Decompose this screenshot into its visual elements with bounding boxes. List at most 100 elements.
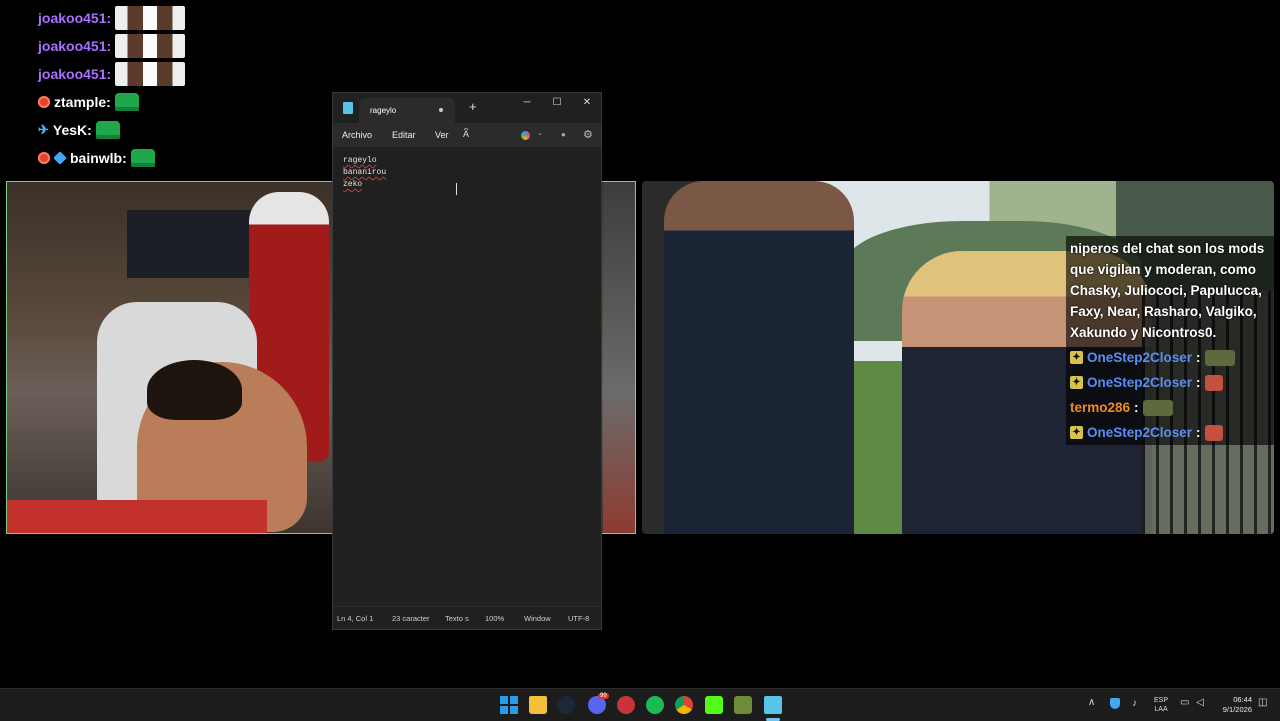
chat-message-text: niperos del chat son los mods que vigila… — [1066, 236, 1276, 345]
title-bar[interactable]: rageylo + ─ ☐ ✕ — [333, 93, 601, 123]
chat-username: OneStep2Closer — [1087, 350, 1193, 365]
menu-file[interactable]: Archivo — [342, 130, 372, 140]
text-format: Texto s — [445, 614, 469, 623]
close-button[interactable]: ✕ — [577, 97, 597, 108]
chat-username: OneStep2Closer — [1087, 375, 1193, 390]
tv-screen — [127, 210, 257, 278]
chat-message: ✦ OneStep2Closer : — [1066, 345, 1276, 370]
red-blanket — [7, 500, 267, 533]
gear-icon[interactable]: ⚙ — [583, 128, 593, 141]
streamer-hair — [147, 360, 242, 420]
notification-icon[interactable]: ◫ — [1258, 697, 1267, 708]
chrome-icon[interactable] — [675, 696, 693, 714]
clock[interactable]: 06:44 9/1/2026 — [1214, 695, 1252, 715]
badge-icon: ✦ — [1070, 426, 1083, 439]
line-ending: Window — [524, 614, 551, 623]
char-count: 23 caracter — [392, 614, 430, 623]
chat-message: ✦ OneStep2Closer : — [1066, 370, 1276, 395]
volume-icon[interactable]: ◁ — [1196, 697, 1204, 708]
chat-message: joakoo451: — [38, 4, 318, 32]
chevron-up-icon[interactable]: ∧ — [1088, 697, 1095, 708]
maximize-button[interactable]: ☐ — [547, 97, 567, 108]
green-emote — [95, 121, 120, 139]
chat-username: joakoo451: — [38, 66, 112, 82]
network-icon[interactable]: ▭ — [1180, 697, 1189, 708]
chat-separator: : — [1196, 350, 1201, 365]
chat-username: OneStep2Closer — [1087, 425, 1193, 440]
shield-icon[interactable] — [1110, 698, 1120, 709]
minimize-button[interactable]: ─ — [517, 97, 537, 108]
chat-message: joakoo451: — [38, 32, 318, 60]
steam-icon[interactable] — [557, 696, 575, 714]
taskbar: 99 ∧ ♪ ESP LAA ▭ ◁ 06:44 9/1/2026 ◫ — [0, 688, 1280, 721]
red-emote — [1204, 424, 1223, 441]
menu-edit[interactable]: Editar — [392, 130, 416, 140]
chat-username: joakoo451: — [38, 10, 112, 26]
chat-message: joakoo451: — [38, 60, 318, 88]
chat-overlay-right: niperos del chat son los mods que vigila… — [1066, 236, 1276, 445]
face-emote — [115, 6, 186, 30]
text-editor[interactable]: rageylo bananirou zeko — [333, 147, 601, 605]
badge-icon: ✦ — [1070, 376, 1083, 389]
menu-view[interactable]: Ver — [435, 130, 449, 140]
microphone-icon[interactable]: ● — [561, 130, 566, 139]
red-emote — [1204, 374, 1223, 391]
badge-icon: ✦ — [1070, 351, 1083, 364]
cursor-position: Ln 4, Col 1 — [337, 614, 374, 623]
green-emote — [114, 93, 139, 111]
text-cursor — [456, 183, 457, 195]
zoom-level[interactable]: 100% — [485, 614, 507, 623]
chat-username: ztample: — [54, 94, 111, 110]
windows-start-icon[interactable] — [500, 696, 518, 714]
tab-title: rageylo — [370, 106, 397, 115]
chevron-down-icon[interactable]: ⌄ — [537, 129, 543, 137]
chat-message: termo286 : — [1066, 395, 1276, 420]
green-emote — [130, 149, 155, 167]
chat-username: joakoo451: — [38, 38, 112, 54]
chat-separator: : — [1196, 375, 1201, 390]
chat-username: YesK: — [52, 122, 92, 138]
notepad-app-icon — [343, 102, 353, 114]
rocket-badge-icon: ✈ — [38, 122, 49, 137]
kick-icon[interactable] — [705, 696, 723, 714]
notification-badge: 99 — [598, 693, 609, 699]
app-icon[interactable] — [734, 696, 752, 714]
editor-line: bananirou — [343, 168, 387, 177]
file-explorer-icon[interactable] — [529, 696, 547, 714]
chat-message: bainwlb: — [38, 144, 318, 172]
new-tab-button[interactable]: + — [469, 99, 477, 114]
spotify-icon[interactable] — [646, 696, 664, 714]
chat-message: ztample: — [38, 88, 318, 116]
status-bar: Ln 4, Col 1 23 caracter Texto s 100% Win… — [333, 606, 601, 629]
badge-icon — [38, 152, 50, 164]
tank-emote — [1142, 399, 1173, 416]
chat-username: termo286 — [1070, 400, 1131, 415]
notepad-taskbar-icon[interactable] — [764, 696, 782, 714]
chat-message: ✦ OneStep2Closer : — [1066, 420, 1276, 445]
chat-separator: : — [1134, 400, 1139, 415]
unsaved-dot-icon[interactable] — [439, 108, 443, 112]
tab-rageylo[interactable]: rageylo — [359, 98, 455, 123]
menu-bar: Archivo Editar Ver A͆ ⌄ ● ⚙ — [333, 123, 601, 147]
language-indicator[interactable]: ESP LAA — [1154, 696, 1168, 714]
standing-person — [664, 181, 854, 534]
face-emote — [115, 34, 186, 58]
editor-line: rageylo — [343, 156, 377, 165]
face-emote — [115, 62, 186, 86]
chat-overlay-left: joakoo451: joakoo451: joakoo451: ztample… — [38, 4, 318, 172]
keyboard-layout: LAA — [1154, 706, 1168, 713]
tank-emote — [1204, 349, 1235, 366]
chat-username: bainwlb: — [70, 150, 127, 166]
editor-line: zeko — [343, 180, 363, 189]
copilot-icon[interactable] — [521, 131, 530, 140]
chat-message: ✈ YesK: — [38, 116, 318, 144]
cube-badge-icon — [53, 151, 67, 165]
room-wall — [603, 182, 635, 533]
microphone-icon[interactable]: ♪ — [1132, 698, 1137, 709]
clock-time: 06:44 — [1233, 695, 1252, 704]
font-icon[interactable]: A͆ — [463, 129, 469, 139]
notepad-window[interactable]: rageylo + ─ ☐ ✕ Archivo Editar Ver A͆ ⌄ … — [332, 92, 602, 630]
cheat-engine-icon[interactable] — [617, 696, 635, 714]
chat-separator: : — [1196, 425, 1201, 440]
language-code: ESP — [1154, 697, 1169, 704]
